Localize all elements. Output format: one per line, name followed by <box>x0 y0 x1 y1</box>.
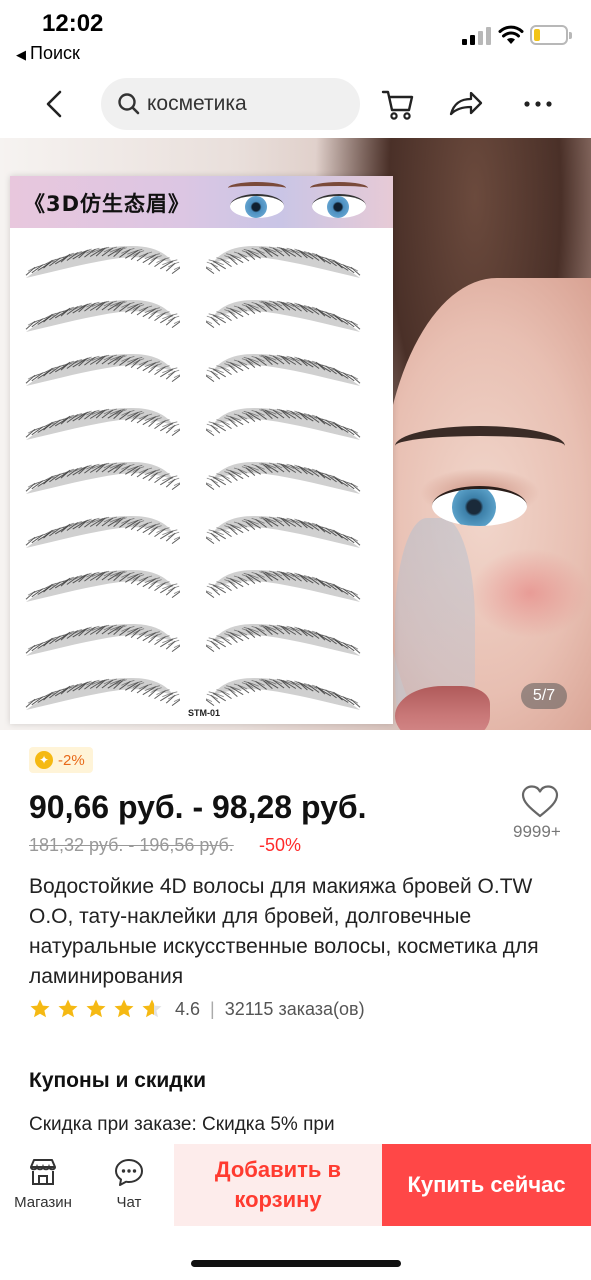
search-bar[interactable] <box>101 78 360 130</box>
rating-value: 4.6 <box>175 998 201 1019</box>
product-title: Водостойкие 4D волосы для макияжа бровей… <box>29 875 539 988</box>
star-icon <box>30 999 50 1018</box>
heart-icon[interactable] <box>520 784 560 820</box>
add-to-cart-label: Добавить в корзину <box>214 1157 342 1212</box>
model-cheek <box>470 548 590 638</box>
eyebrow-sticker-right <box>206 678 361 710</box>
sheet-brow-right <box>310 182 368 194</box>
eyebrow-sticker-sheet: 《3D仿生态眉》 STM-01 <box>10 176 393 724</box>
sheet-eye-left <box>230 194 284 218</box>
home-indicator[interactable] <box>191 1260 401 1267</box>
buy-now-button[interactable]: Купить сейчас <box>382 1144 591 1226</box>
eyebrow-sticker-left <box>25 354 180 386</box>
rating-row[interactable]: 4.6 | 32115 заказа(ов) <box>29 998 365 1020</box>
star-icon <box>86 999 106 1018</box>
sheet-brow-left <box>228 182 286 194</box>
share-icon[interactable] <box>448 86 484 122</box>
sheet-eye-right <box>312 194 366 218</box>
search-icon <box>118 93 140 115</box>
coin-discount-badge: ✦ -2% <box>29 747 93 773</box>
discount-percent: -50% <box>259 835 302 855</box>
eyebrow-sticker-left <box>25 570 180 602</box>
orders-count: 32115 заказа(ов) <box>224 998 365 1019</box>
eyebrow-sticker-right <box>206 624 361 656</box>
eyebrow-sticker-right <box>206 354 361 386</box>
sheet-header: 《3D仿生态眉》 <box>10 176 393 228</box>
eyebrow-sticker-left <box>25 246 180 278</box>
image-counter: 5/7 <box>521 683 567 709</box>
rating-stars <box>29 998 169 1020</box>
sheet-title: 《3D仿生态眉》 <box>24 192 191 216</box>
status-bar: 12:02 ◀ Поиск <box>0 0 591 68</box>
chat-icon <box>115 1159 143 1186</box>
store-tab[interactable]: Магазин <box>0 1144 86 1226</box>
eyebrow-sticker-left <box>25 408 180 440</box>
eyebrow-sticker-right <box>206 408 361 440</box>
coupons-heading: Купоны и скидки <box>29 1069 207 1092</box>
chat-tab[interactable]: Чат <box>86 1144 172 1226</box>
chat-label: Чат <box>116 1194 142 1211</box>
current-price: 90,66 руб. - 98,28 руб. <box>29 789 367 825</box>
sheet-code: STM-01 <box>188 708 221 718</box>
status-time: 12:02 <box>42 10 104 37</box>
eyebrow-sticker-right <box>206 570 361 602</box>
star-icon <box>114 999 134 1018</box>
back-to-app-link[interactable]: ◀ Поиск <box>16 43 80 64</box>
back-triangle-icon: ◀ <box>16 47 26 62</box>
wishlist-count: 9999+ <box>513 822 561 841</box>
store-label: Магазин <box>14 1194 72 1211</box>
eyebrow-sticker-right <box>206 516 361 548</box>
eyebrow-sticker-left <box>25 678 180 710</box>
eyebrow-sticker-right <box>206 462 361 494</box>
wifi-icon <box>498 25 524 44</box>
eyebrow-sticker-left <box>25 516 180 548</box>
model-eye <box>432 486 527 526</box>
star-icon <box>142 999 162 1018</box>
back-app-label: Поиск <box>30 43 80 63</box>
cellular-signal-icon <box>462 27 492 45</box>
battery-icon <box>530 25 572 45</box>
original-price: 181,32 руб. - 196,56 руб. <box>29 835 234 855</box>
top-nav <box>0 72 591 136</box>
eyebrow-sticker-left <box>25 624 180 656</box>
back-arrow-icon[interactable] <box>36 84 76 124</box>
coupon-item[interactable]: Скидка при заказе: Скидка 5% при <box>29 1114 335 1136</box>
eyebrow-sticker-left <box>25 462 180 494</box>
coin-discount-value: -2% <box>58 751 85 769</box>
eyebrow-sticker-right <box>206 246 361 278</box>
more-options-icon[interactable] <box>520 86 556 122</box>
add-to-cart-button[interactable]: Добавить в корзину <box>174 1144 382 1226</box>
store-icon <box>30 1159 56 1185</box>
star-icon <box>58 999 78 1018</box>
rating-separator: | <box>210 998 215 1019</box>
eyebrow-sticker-left <box>25 300 180 332</box>
cart-icon[interactable] <box>380 86 416 122</box>
model-eyebrow <box>395 426 565 466</box>
coin-icon: ✦ <box>35 751 53 769</box>
eyebrow-sticker-right <box>206 300 361 332</box>
search-input[interactable] <box>147 88 347 120</box>
